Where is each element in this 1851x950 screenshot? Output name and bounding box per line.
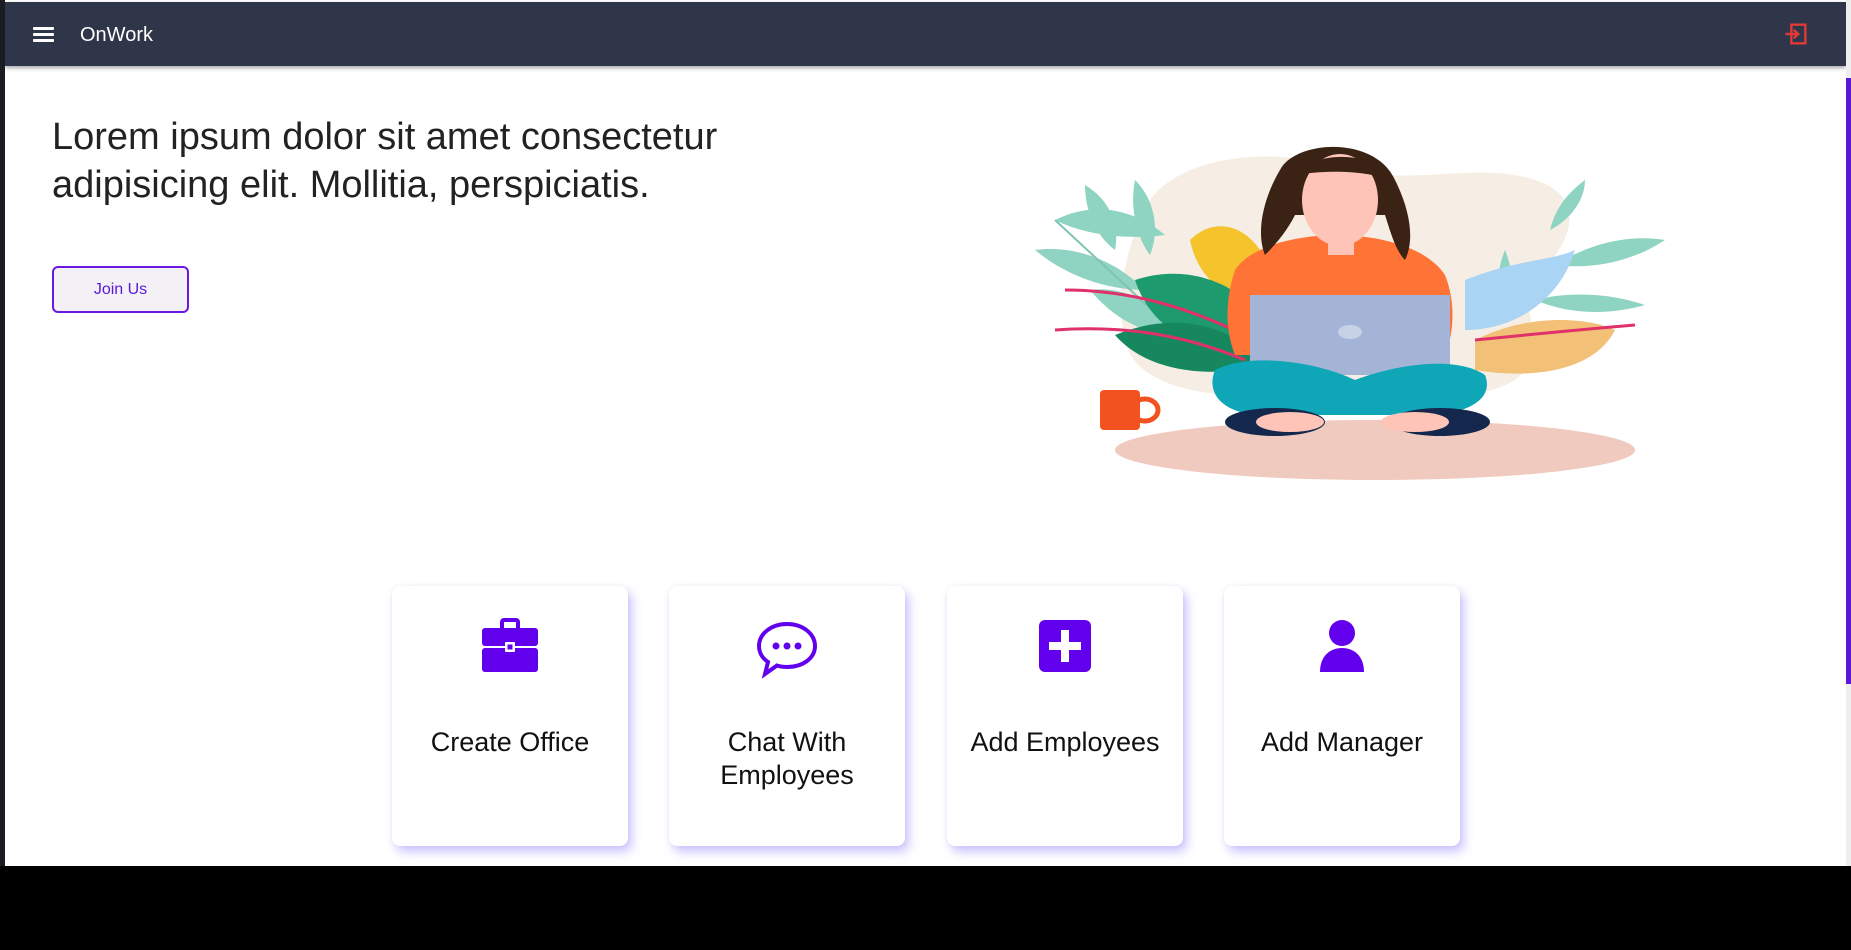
card-label: Create Office bbox=[430, 727, 590, 757]
hamburger-menu-icon[interactable] bbox=[23, 18, 63, 50]
card-chat-with-employees[interactable]: Chat With Employees bbox=[669, 586, 905, 846]
chat-bubble-icon bbox=[753, 614, 821, 682]
woman-laptop-illustration bbox=[1035, 146, 1665, 480]
brand-title: OnWork bbox=[80, 24, 153, 46]
card-add-manager[interactable]: Add Manager bbox=[1224, 586, 1460, 846]
briefcase-icon bbox=[476, 614, 544, 682]
scrollbar-thumb[interactable] bbox=[1846, 78, 1851, 684]
card-add-employees[interactable]: Add Employees bbox=[947, 586, 1183, 846]
card-label: Add Manager bbox=[1260, 727, 1424, 757]
hero-title: Lorem ipsum dolor sit amet consectetur a… bbox=[52, 116, 718, 206]
plus-square-icon bbox=[1031, 614, 1099, 682]
card-label: Add Employees bbox=[970, 727, 1160, 757]
card-label: Chat With Employees bbox=[720, 727, 854, 790]
top-app-bar: OnWork bbox=[5, 2, 1846, 66]
logout-icon[interactable] bbox=[1782, 20, 1810, 48]
page: OnWork Lorem ipsum dolor sit amet consec… bbox=[5, 0, 1846, 866]
user-icon bbox=[1308, 614, 1376, 682]
join-us-button[interactable]: Join Us bbox=[52, 266, 189, 313]
card-create-office[interactable]: Create Office bbox=[392, 586, 628, 846]
